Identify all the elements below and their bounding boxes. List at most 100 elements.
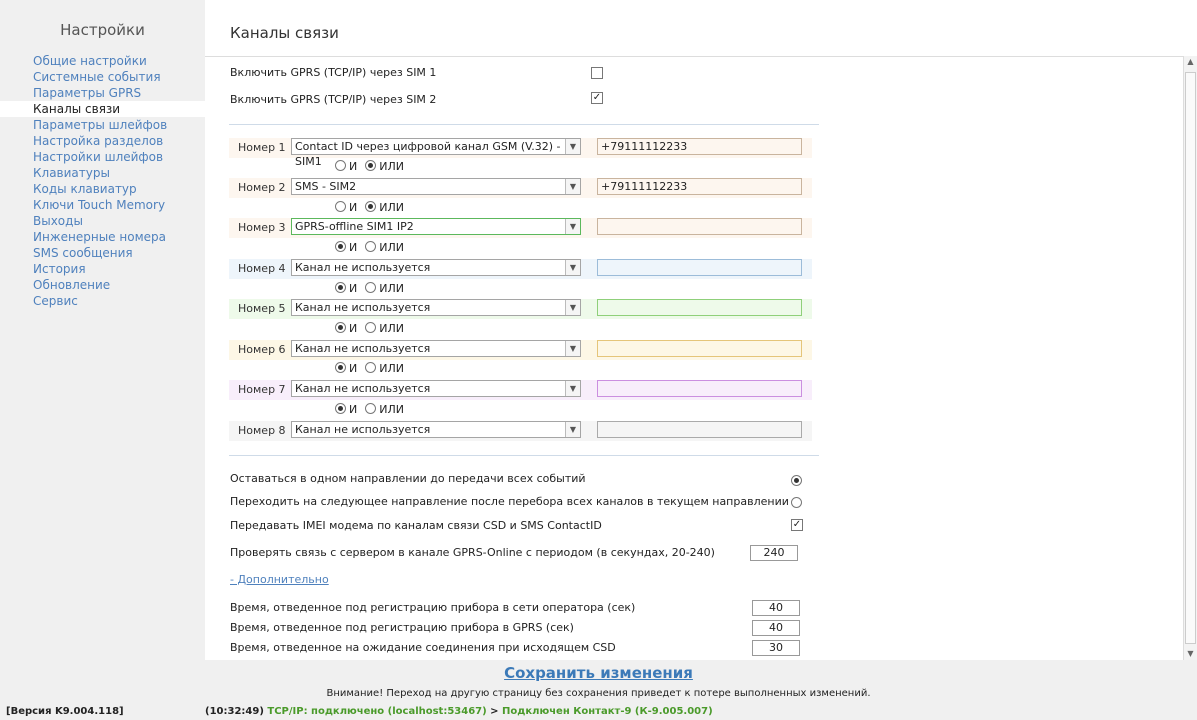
sidebar-title: Настройки — [60, 21, 145, 39]
or-label: ИЛИ — [379, 160, 404, 173]
sidebar-item[interactable]: Сервис — [0, 293, 205, 309]
chevron-down-icon[interactable]: ▼ — [565, 381, 580, 396]
channel-type-select[interactable]: Канал не используется ▼ — [291, 299, 581, 316]
sidebar-item[interactable]: Инженерные номера — [0, 229, 205, 245]
timeout-csd-input[interactable]: 30 — [752, 640, 800, 656]
channel-label: Номер 2 — [238, 181, 286, 194]
channel-type-select[interactable]: Канал не используется ▼ — [291, 380, 581, 397]
chevron-down-icon[interactable]: ▼ — [565, 179, 580, 194]
sidebar-item[interactable]: Ключи Touch Memory — [0, 197, 205, 213]
sidebar-item[interactable]: Общие настройки — [0, 53, 205, 69]
status-bar: [Версия K9.004.118] (10:32:49) TCP/IP: п… — [0, 706, 1197, 720]
stay-direction-radio[interactable] — [791, 475, 802, 486]
and-radio[interactable] — [335, 282, 346, 293]
and-radio[interactable] — [335, 362, 346, 373]
sidebar-item[interactable]: Настройки шлейфов — [0, 149, 205, 165]
sidebar-item[interactable]: Настройка разделов — [0, 133, 205, 149]
timeout-operator-input[interactable]: 40 — [752, 600, 800, 616]
channel-phone-input[interactable] — [597, 380, 802, 397]
channel-phone-input[interactable] — [597, 259, 802, 276]
timeout-gprs-input[interactable]: 40 — [752, 620, 800, 636]
page-title: Каналы связи — [230, 24, 339, 42]
sidebar-item[interactable]: Клавиатуры — [0, 165, 205, 181]
or-radio[interactable] — [365, 241, 377, 252]
and-radio[interactable] — [335, 322, 346, 333]
and-radio[interactable] — [335, 403, 346, 414]
logic-row: И ИЛИ — [335, 241, 404, 254]
sidebar-item[interactable]: Обновление — [0, 277, 205, 293]
and-label: И — [349, 160, 358, 173]
or-radio[interactable] — [365, 282, 377, 293]
or-label: ИЛИ — [379, 322, 404, 335]
channel-label: Номер 7 — [238, 383, 286, 396]
sidebar-item[interactable]: Каналы связи — [0, 101, 205, 117]
section-divider — [229, 455, 819, 456]
chevron-down-icon[interactable]: ▼ — [565, 341, 580, 356]
channel-type-value: Канал не используется — [295, 382, 431, 395]
channel-type-select[interactable]: GPRS-offline SIM1 IP2 ▼ — [291, 218, 581, 235]
chevron-down-icon[interactable]: ▼ — [565, 422, 580, 437]
channel-type-select[interactable]: Канал не используется ▼ — [291, 340, 581, 357]
status-arrow: > — [486, 706, 503, 717]
channel-row: Номер 2 SMS - SIM2 ▼ +79111112233 — [229, 178, 812, 198]
scroll-up-icon[interactable]: ▲ — [1184, 56, 1197, 68]
channel-row: Номер 1 Contact ID через цифровой канал G… — [229, 138, 812, 168]
channel-label: Номер 3 — [238, 221, 286, 234]
scroll-down-icon[interactable]: ▼ — [1184, 648, 1197, 660]
chevron-down-icon[interactable]: ▼ — [565, 260, 580, 275]
or-label: ИЛИ — [379, 362, 404, 375]
server-check-input[interactable]: 240 — [750, 545, 798, 561]
channel-phone-input[interactable] — [597, 421, 802, 438]
connection-status: (10:32:49) TCP/IP: подключено (localhost… — [205, 706, 713, 717]
sidebar-item[interactable]: SMS сообщения — [0, 245, 205, 261]
and-radio[interactable] — [335, 201, 346, 212]
sidebar-item[interactable]: Параметры GPRS — [0, 85, 205, 101]
channel-phone-input[interactable]: +79111112233 — [597, 138, 802, 155]
channel-phone-input[interactable] — [597, 340, 802, 357]
sidebar-item[interactable]: История — [0, 261, 205, 277]
or-radio[interactable] — [365, 322, 377, 333]
channel-row: Номер 6 Канал не используется ▼ — [229, 340, 812, 360]
and-radio[interactable] — [335, 241, 346, 252]
channel-type-select[interactable]: Contact ID через цифровой канал GSM (V.3… — [291, 138, 581, 168]
and-label: И — [349, 362, 358, 375]
scrollbar[interactable]: ▲ ▼ — [1183, 56, 1197, 660]
sidebar-item[interactable]: Выходы — [0, 213, 205, 229]
and-radio[interactable] — [335, 160, 346, 171]
chevron-down-icon[interactable]: ▼ — [565, 300, 580, 315]
title-divider — [205, 56, 1197, 57]
channel-type-value: Канал не используется — [295, 342, 431, 355]
gprs-sim2-checkbox[interactable]: ✓ — [591, 92, 603, 104]
channel-type-select[interactable]: SMS - SIM2 ▼ — [291, 178, 581, 195]
chevron-down-icon[interactable]: ▼ — [565, 139, 580, 154]
next-direction-label: Переходить на следующее направление посл… — [230, 495, 789, 508]
channel-row: Номер 4 Канал не используется ▼ — [229, 259, 812, 279]
or-label: ИЛИ — [379, 282, 404, 295]
or-radio[interactable] — [365, 160, 377, 171]
channel-type-value: Канал не используется — [295, 301, 431, 314]
channel-phone-input[interactable] — [597, 218, 802, 235]
scroll-thumb[interactable] — [1185, 72, 1196, 644]
channel-phone-input[interactable]: +79111112233 — [597, 178, 802, 195]
channel-label: Номер 6 — [238, 343, 286, 356]
or-radio[interactable] — [365, 403, 377, 414]
or-radio[interactable] — [365, 362, 377, 373]
imei-checkbox[interactable]: ✓ — [791, 519, 803, 531]
channel-type-select[interactable]: Канал не используется ▼ — [291, 421, 581, 438]
sidebar-item[interactable]: Коды клавиатур — [0, 181, 205, 197]
chevron-down-icon[interactable]: ▼ — [565, 219, 580, 234]
or-label: ИЛИ — [379, 403, 404, 416]
logic-row: И ИЛИ — [335, 201, 404, 214]
channel-label: Номер 4 — [238, 262, 286, 275]
sidebar-item[interactable]: Параметры шлейфов — [0, 117, 205, 133]
or-radio[interactable] — [365, 201, 377, 212]
gprs-sim1-checkbox[interactable] — [591, 67, 603, 79]
sidebar-item[interactable]: Системные события — [0, 69, 205, 85]
next-direction-radio[interactable] — [791, 497, 802, 508]
channel-type-select[interactable]: Канал не используется ▼ — [291, 259, 581, 276]
channel-phone-input[interactable] — [597, 299, 802, 316]
server-check-label: Проверять связь с сервером в канале GPRS… — [230, 546, 715, 559]
save-button[interactable]: Сохранить изменения — [0, 664, 1197, 682]
status-time: (10:32:49) — [205, 706, 264, 717]
more-link[interactable]: - Дополнительно — [230, 573, 329, 586]
